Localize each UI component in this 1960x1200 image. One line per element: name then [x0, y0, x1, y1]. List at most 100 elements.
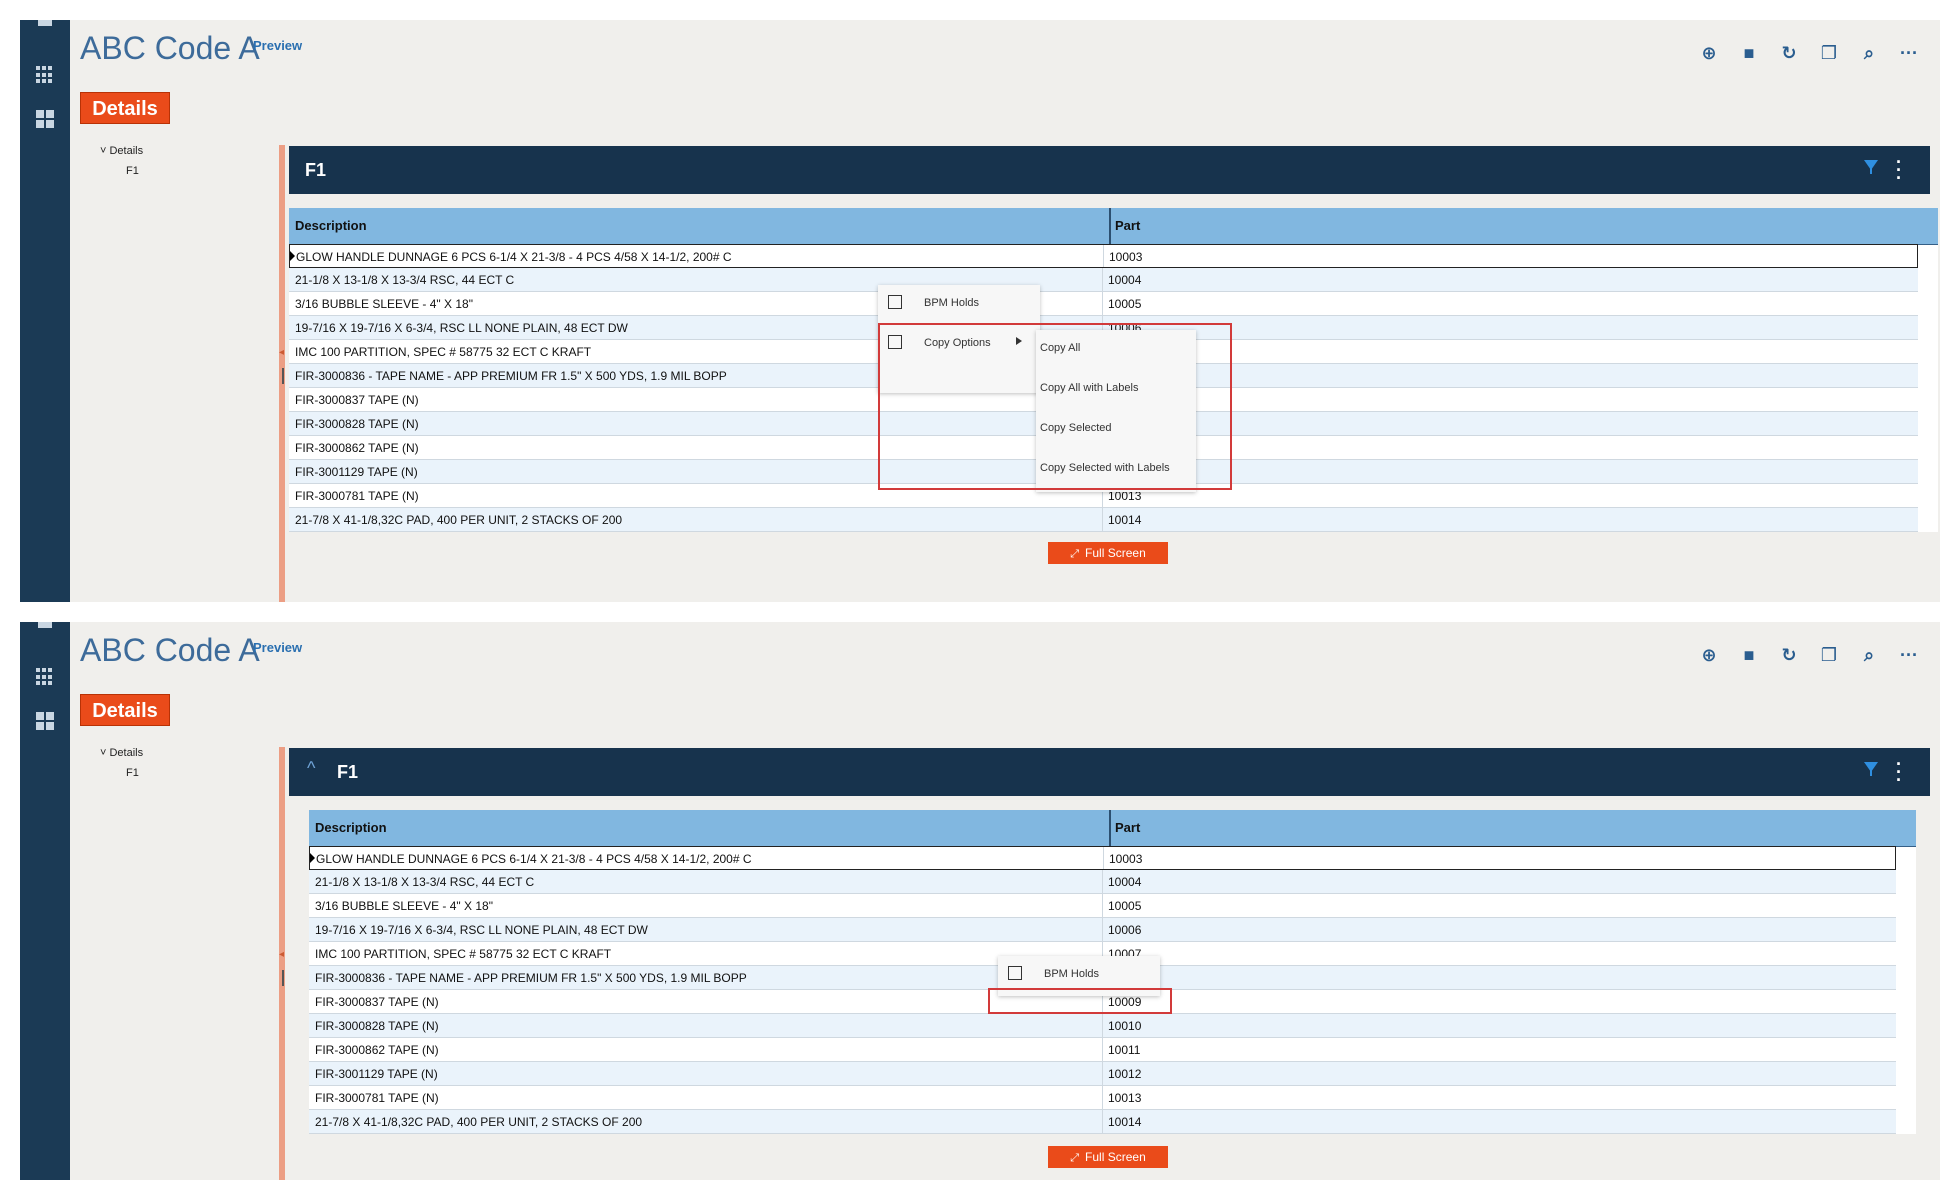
- column-separator[interactable]: [1109, 208, 1111, 244]
- cell-description[interactable]: 3/16 BUBBLE SLEEVE - 4" X 18": [295, 297, 473, 311]
- cell-description[interactable]: 19-7/16 X 19-7/16 X 6-3/4, RSC LL NONE P…: [315, 923, 648, 937]
- table-row[interactable]: FIR-3000781 TAPE (N) 10013: [309, 1086, 1896, 1110]
- cell-description[interactable]: FIR-3000836 - TAPE NAME - APP PREMIUM FR…: [315, 971, 747, 985]
- column-header-description[interactable]: Description: [315, 820, 387, 835]
- table-row[interactable]: FIR-3000828 TAPE (N) 10010: [309, 1014, 1896, 1038]
- cell-description[interactable]: FIR-3001129 TAPE (N): [295, 465, 418, 479]
- page-title: ABC Code A: [80, 632, 260, 668]
- cell-part[interactable]: 10003: [1109, 250, 1142, 264]
- table-row[interactable]: 21-1/8 X 13-1/8 X 13-3/4 RSC, 44 ECT C 10…: [289, 268, 1918, 292]
- full-screen-button[interactable]: ⤢ Full Screen: [1048, 1146, 1168, 1168]
- cell-description[interactable]: 21-7/8 X 41-1/8,32C PAD, 400 PER UNIT, 2…: [315, 1115, 642, 1129]
- filter-icon[interactable]: [1864, 160, 1878, 174]
- cell-part[interactable]: 10012: [1108, 1067, 1141, 1081]
- more-icon[interactable]: ···: [1898, 644, 1920, 666]
- column-separator[interactable]: [1109, 810, 1111, 846]
- kebab-menu-icon[interactable]: · · ·: [1896, 755, 1902, 789]
- cell-part[interactable]: 10006: [1108, 923, 1141, 937]
- column-header-part[interactable]: Part: [1115, 218, 1140, 233]
- home-icon[interactable]: [38, 20, 52, 26]
- cell-description[interactable]: FIR-3000828 TAPE (N): [315, 1019, 439, 1033]
- save-icon[interactable]: ■: [1738, 644, 1760, 666]
- kebab-menu-icon[interactable]: · · ·: [1896, 153, 1902, 187]
- copy-icon[interactable]: ❐: [1818, 644, 1840, 666]
- table-row[interactable]: 3/16 BUBBLE SLEEVE - 4" X 18" 10005: [289, 292, 1918, 316]
- cell-description[interactable]: FIR-3001129 TAPE (N): [315, 1067, 438, 1081]
- table-row[interactable]: 21-1/8 X 13-1/8 X 13-3/4 RSC, 44 ECT C 10…: [309, 870, 1896, 894]
- table-row[interactable]: 3/16 BUBBLE SLEEVE - 4" X 18" 10005: [309, 894, 1896, 918]
- cell-part[interactable]: 10013: [1108, 1091, 1141, 1105]
- cell-description[interactable]: FIR-3000837 TAPE (N): [295, 393, 419, 407]
- apps-grid-icon[interactable]: [36, 668, 54, 686]
- table-row[interactable]: 19-7/16 X 19-7/16 X 6-3/4, RSC LL NONE P…: [309, 918, 1896, 942]
- cell-description[interactable]: FIR-3000862 TAPE (N): [295, 441, 419, 455]
- search-icon[interactable]: ⌕: [1858, 42, 1880, 64]
- table-row[interactable]: 21-7/8 X 41-1/8,32C PAD, 400 PER UNIT, 2…: [309, 1110, 1896, 1134]
- filter-icon[interactable]: [1864, 762, 1878, 776]
- column-header-description[interactable]: Description: [295, 218, 367, 233]
- cell-description[interactable]: IMC 100 PARTITION, SPEC # 58775 32 ECT C…: [295, 345, 591, 359]
- apps-grid-icon[interactable]: [36, 66, 54, 84]
- cell-part[interactable]: 10014: [1108, 513, 1141, 527]
- column-header-part[interactable]: Part: [1115, 820, 1140, 835]
- tree-item-details[interactable]: ˅ Details: [100, 747, 143, 759]
- cell-separator: [1102, 1038, 1103, 1061]
- cell-description[interactable]: FIR-3000837 TAPE (N): [315, 995, 439, 1009]
- add-circle-icon[interactable]: ⊕: [1698, 42, 1720, 64]
- splitter-grip[interactable]: [282, 368, 284, 384]
- cell-part[interactable]: 10003: [1109, 852, 1142, 866]
- tree-item-f1[interactable]: F1: [126, 165, 139, 177]
- table-row[interactable]: GLOW HANDLE DUNNAGE 6 PCS 6-1/4 X 21-3/8…: [289, 244, 1918, 268]
- f1-title: F1: [337, 762, 359, 782]
- panel-splitter[interactable]: [279, 747, 285, 1180]
- menu-item-label: BPM Holds: [1044, 968, 1100, 980]
- table-row[interactable]: 21-7/8 X 41-1/8,32C PAD, 400 PER UNIT, 2…: [289, 508, 1918, 532]
- cell-part[interactable]: 10005: [1108, 899, 1141, 913]
- refresh-icon[interactable]: ↻: [1778, 644, 1800, 666]
- cell-description[interactable]: FIR-3000828 TAPE (N): [295, 417, 419, 431]
- search-icon[interactable]: ⌕: [1858, 644, 1880, 666]
- cell-description[interactable]: FIR-3000781 TAPE (N): [315, 1091, 439, 1105]
- home-icon[interactable]: [38, 622, 52, 628]
- cell-description[interactable]: FIR-3000862 TAPE (N): [315, 1043, 439, 1057]
- cell-description[interactable]: FIR-3000781 TAPE (N): [295, 489, 419, 503]
- dashboard-icon[interactable]: [36, 110, 54, 128]
- cell-description[interactable]: 21-1/8 X 13-1/8 X 13-3/4 RSC, 44 ECT C: [315, 875, 534, 889]
- cell-part[interactable]: 10011: [1108, 1043, 1140, 1057]
- tree-item-details[interactable]: ˅ Details: [100, 145, 143, 157]
- copy-icon[interactable]: ❐: [1818, 42, 1840, 64]
- full-screen-button[interactable]: ⤢ Full Screen: [1048, 542, 1168, 564]
- collapse-caret-icon[interactable]: ^: [307, 758, 315, 779]
- save-icon[interactable]: ■: [1738, 42, 1760, 64]
- add-circle-icon[interactable]: ⊕: [1698, 644, 1720, 666]
- details-tab[interactable]: Details: [80, 92, 170, 124]
- dashboard-icon[interactable]: [36, 712, 54, 730]
- expand-icon: ⤢: [1070, 1152, 1080, 1164]
- cell-description[interactable]: GLOW HANDLE DUNNAGE 6 PCS 6-1/4 X 21-3/8…: [296, 250, 732, 264]
- nav-rail: [20, 622, 70, 1180]
- cell-part[interactable]: 10005: [1108, 297, 1141, 311]
- table-row[interactable]: FIR-3001129 TAPE (N) 10012: [309, 1062, 1896, 1086]
- cell-part[interactable]: 10004: [1108, 875, 1141, 889]
- open-external-icon: [1008, 966, 1022, 980]
- tree-item-f1[interactable]: F1: [126, 767, 139, 779]
- cell-description[interactable]: GLOW HANDLE DUNNAGE 6 PCS 6-1/4 X 21-3/8…: [316, 852, 752, 866]
- cell-description[interactable]: FIR-3000836 - TAPE NAME - APP PREMIUM FR…: [295, 369, 727, 383]
- table-row[interactable]: GLOW HANDLE DUNNAGE 6 PCS 6-1/4 X 21-3/8…: [309, 846, 1896, 870]
- details-tab[interactable]: Details: [80, 694, 170, 726]
- cell-description[interactable]: 19-7/16 X 19-7/16 X 6-3/4, RSC LL NONE P…: [295, 321, 628, 335]
- cell-description[interactable]: 3/16 BUBBLE SLEEVE - 4" X 18": [315, 899, 493, 913]
- menu-item-bpm-holds[interactable]: BPM Holds: [878, 285, 1040, 323]
- cell-part[interactable]: 10010: [1108, 1019, 1141, 1033]
- cell-description[interactable]: IMC 100 PARTITION, SPEC # 58775 32 ECT C…: [315, 947, 611, 961]
- cell-part[interactable]: 10004: [1108, 273, 1141, 287]
- cell-description[interactable]: 21-7/8 X 41-1/8,32C PAD, 400 PER UNIT, 2…: [295, 513, 622, 527]
- table-row[interactable]: FIR-3000862 TAPE (N) 10011: [309, 1038, 1896, 1062]
- splitter-grip[interactable]: [282, 970, 284, 986]
- more-icon[interactable]: ···: [1898, 42, 1920, 64]
- cell-description[interactable]: 21-1/8 X 13-1/8 X 13-3/4 RSC, 44 ECT C: [295, 273, 514, 287]
- cell-part[interactable]: 10014: [1108, 1115, 1141, 1129]
- cell-separator: [1102, 894, 1103, 917]
- screenshot-top: ABC Code A Preview ⊕ ■ ↻ ❐ ⌕ ··· Details…: [20, 20, 1940, 602]
- refresh-icon[interactable]: ↻: [1778, 42, 1800, 64]
